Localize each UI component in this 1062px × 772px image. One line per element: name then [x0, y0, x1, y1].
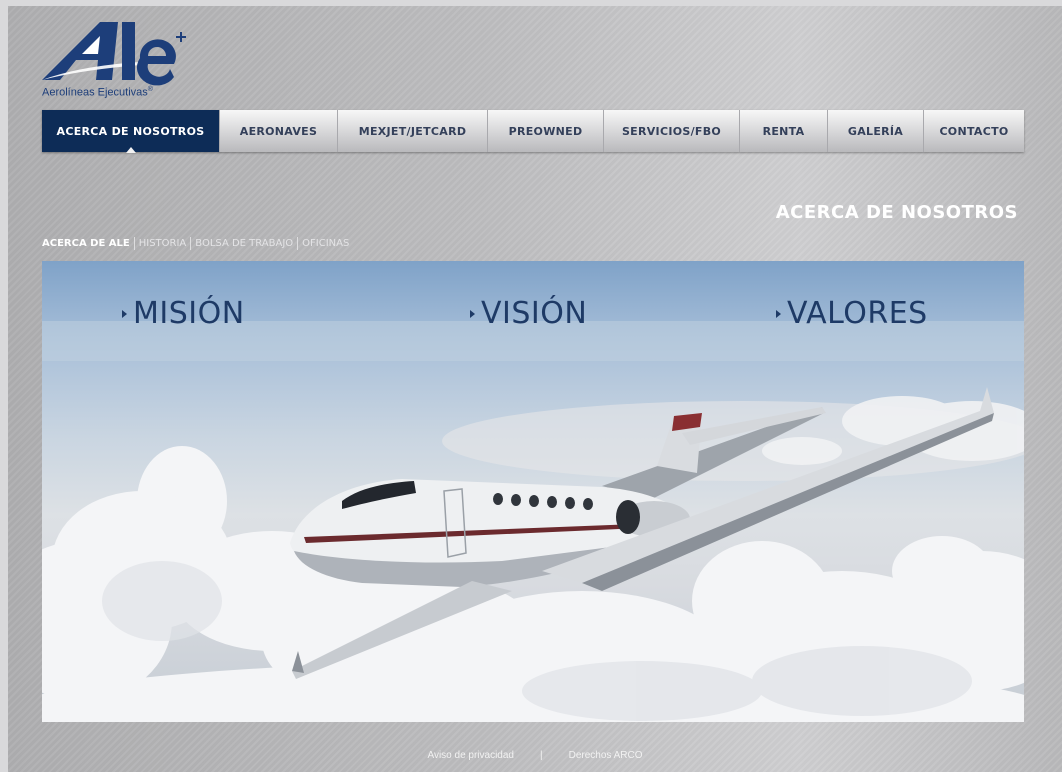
- sub-nav: ACERCA DE ALE HISTORIA BOLSA DE TRABAJO …: [42, 237, 353, 250]
- triangle-right-icon: [470, 309, 475, 318]
- subnav-divider: [190, 237, 192, 250]
- subnav-divider: [133, 237, 135, 250]
- nav-item-galeria[interactable]: GALERÍA: [828, 110, 924, 152]
- mision-label: MISIÓN: [133, 296, 245, 331]
- valores-label: VALORES: [787, 296, 928, 331]
- nav-item-preowned[interactable]: PREOWNED: [488, 110, 604, 152]
- vision-link[interactable]: VISIÓN: [470, 296, 587, 331]
- nav-item-acerca-de-nosotros[interactable]: ACERCA DE NOSOTROS: [42, 110, 220, 153]
- page-background: Aerolíneas Ejecutivas® ACERCA DE NOSOTRO…: [8, 6, 1062, 772]
- privacy-notice-link[interactable]: Aviso de privacidad: [427, 750, 514, 761]
- nav-item-renta[interactable]: RENTA: [740, 110, 828, 152]
- logo-tagline: Aerolíneas Ejecutivas®: [42, 86, 153, 99]
- ale-logo-mark: [42, 22, 186, 86]
- valores-link[interactable]: VALORES: [776, 296, 928, 331]
- subnav-item-historia[interactable]: HISTORIA: [135, 238, 191, 249]
- subnav-item-bolsa-de-trabajo[interactable]: BOLSA DE TRABAJO: [191, 238, 297, 249]
- tagline-mark: ®: [147, 86, 153, 93]
- arco-rights-link[interactable]: Derechos ARCO: [569, 750, 643, 761]
- subnav-item-oficinas[interactable]: OFICINAS: [298, 238, 353, 249]
- mision-link[interactable]: MISIÓN: [122, 296, 245, 331]
- subnav-item-acerca-de-ale[interactable]: ACERCA DE ALE: [42, 238, 134, 249]
- subnav-divider: [297, 237, 299, 250]
- nav-item-contacto[interactable]: CONTACTO: [924, 110, 1024, 152]
- tagline-text: Aerolíneas Ejecutivas: [42, 86, 148, 99]
- vision-label: VISIÓN: [481, 296, 588, 331]
- hero-banner: MISIÓN VISIÓN VALORES: [42, 261, 1024, 722]
- main-nav: ACERCA DE NOSOTROS AERONAVES MEXJET/JETC…: [42, 110, 1024, 153]
- nav-item-servicios-fbo[interactable]: SERVICIOS/FBO: [604, 110, 740, 152]
- triangle-right-icon: [122, 309, 127, 318]
- footer: Aviso de privacidad | Derechos ARCO: [8, 750, 1062, 761]
- nav-item-aeronaves[interactable]: AERONAVES: [220, 110, 338, 152]
- footer-separator: |: [540, 750, 543, 761]
- triangle-right-icon: [776, 309, 781, 318]
- nav-item-mexjet-jetcard[interactable]: MEXJET/JETCARD: [338, 110, 488, 152]
- page-title: ACERCA DE NOSOTROS: [775, 202, 1018, 223]
